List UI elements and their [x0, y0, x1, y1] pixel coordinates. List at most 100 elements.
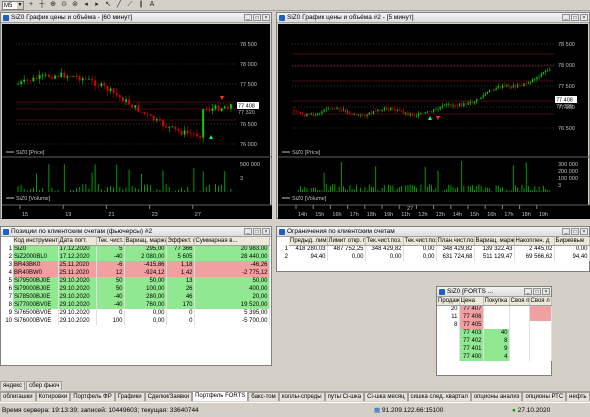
- column-header[interactable]: Покупка: [483, 297, 510, 306]
- column-header[interactable]: Своя п: [509, 297, 530, 306]
- orderbook-row[interactable]: 20 77 407: [437, 305, 552, 313]
- table-row[interactable]: BR40BW0 25.11.2020 12 -924,12 1,42 -2 775,12: [13, 269, 270, 277]
- column-header[interactable]: Накоплен. д: [514, 237, 555, 246]
- candle: [456, 105, 458, 107]
- cell-date: 25.11.2020: [58, 261, 97, 269]
- text-tool-icon[interactable]: A: [148, 1, 156, 9]
- positions-table[interactable]: Код инструмента Дата погт. Тек. чист. Вариа…: [13, 237, 270, 325]
- ray-tool-icon[interactable]: ⟋: [126, 1, 134, 9]
- column-header[interactable]: Биржевые: [554, 237, 590, 246]
- close-button[interactable]: ×: [542, 288, 550, 295]
- window-tab[interactable]: сбер фьюч: [26, 381, 63, 390]
- table-row[interactable]: 94,40 0,00 0,00 0,00 631 724,68 511 129,47 69 …: [289, 253, 590, 261]
- workspace-tab[interactable]: Портфель ФР: [70, 392, 115, 401]
- table-row[interactable]: SiZ0 17.12.2020 5 295,00 77 366 20 983,00: [13, 245, 270, 253]
- table-row[interactable]: Si76500BV0E 29.10.2020 0 0,00 0 5 395,00: [13, 309, 270, 317]
- workspace-tab[interactable]: коллы-спреды: [278, 392, 325, 401]
- timeframe-select[interactable]: M5 ▼: [2, 0, 24, 10]
- price-volume-chart[interactable]: 78 50078 00077 50077 00076 50076 00077 4…: [2, 24, 272, 219]
- maximize-button[interactable]: □: [571, 228, 579, 235]
- close-button[interactable]: ×: [580, 14, 588, 21]
- table-row[interactable]: Si79000BJ0E 29.10.2020 50 100,00 26 400,00: [13, 285, 270, 293]
- volume-bar: [448, 184, 450, 192]
- candle: [471, 101, 474, 103]
- line-tool-icon[interactable]: ╱: [115, 1, 123, 9]
- table-row[interactable]: Si76000BV0E 29.10.2020 100 0,00 0 -5 700,00: [13, 317, 270, 325]
- close-button[interactable]: ×: [262, 14, 270, 21]
- workspace-tab[interactable]: Сi-шка месяц: [364, 392, 408, 401]
- table-row[interactable]: Si78500BJ0E 29.10.2020 -40 280,00 46 20,00: [13, 293, 270, 301]
- chart-canvas[interactable]: 78 500 78 000 77 500 77 000 76 500 77 408 77 3…: [278, 24, 590, 219]
- column-header[interactable]: Цена: [459, 297, 484, 306]
- candle: [131, 104, 134, 108]
- maximize-button[interactable]: □: [253, 228, 261, 235]
- minimize-button[interactable]: _: [562, 228, 570, 235]
- column-header[interactable]: Суммарная в...: [194, 237, 270, 246]
- limits-table[interactable]: Предыд. лими Лимит откр. п Тек.чист.поз. Те…: [289, 237, 590, 261]
- column-header[interactable]: Вариац. маржа: [474, 237, 515, 246]
- column-header[interactable]: Дата погт.: [58, 237, 97, 246]
- column-header[interactable]: Эффект. цена: [166, 237, 195, 246]
- workspace-tab[interactable]: путы Сi-шка: [324, 392, 365, 401]
- orderbook-row[interactable]: 77 403 40: [437, 329, 552, 337]
- workspace-tab[interactable]: Котировки: [35, 392, 71, 401]
- close-button[interactable]: ×: [262, 228, 270, 235]
- column-header[interactable]: Предыд. лими: [289, 237, 328, 246]
- workspace-tab[interactable]: нефть: [566, 392, 590, 401]
- column-header[interactable]: Продаж: [437, 297, 460, 306]
- workspace-tab[interactable]: опционы РТС: [522, 392, 567, 401]
- minimize-button[interactable]: _: [244, 228, 252, 235]
- orderbook-row[interactable]: 11 77 406: [437, 313, 552, 321]
- column-header[interactable]: Код инструмента: [13, 237, 59, 246]
- minimize-button[interactable]: _: [562, 14, 570, 21]
- column-header[interactable]: Вариац. маржа: [124, 237, 167, 246]
- close-button[interactable]: ×: [580, 228, 588, 235]
- orderbook-row[interactable]: 77 402 8: [437, 337, 552, 345]
- column-header[interactable]: Тек.чист.поз.(: [403, 237, 437, 246]
- minimize-button[interactable]: _: [244, 14, 252, 21]
- workspace-tab[interactable]: бакс-том: [248, 392, 279, 401]
- chart-canvas[interactable]: 78 50078 00077 50077 00076 50076 00077 4…: [2, 24, 272, 219]
- volume-bar: [153, 191, 155, 192]
- table-row[interactable]: Si77000BV0E 29.10.2020 -40 760,00 170 19 520,…: [13, 301, 270, 309]
- price-volume-chart[interactable]: 78 50078 00077 50077 00076 50077 40877 3…: [278, 24, 590, 219]
- maximize-button[interactable]: □: [253, 14, 261, 21]
- price-legend: SiZ0 [Price]: [16, 150, 45, 156]
- maximize-button[interactable]: □: [571, 14, 579, 21]
- workspace-tab[interactable]: Портфель FORTS: [192, 391, 249, 401]
- table-row[interactable]: Si79500BJ0E 29.10.2020 50 50,00 13 50,00: [13, 277, 270, 285]
- magnify-icon[interactable]: ⊙: [60, 1, 68, 9]
- orderbook-row[interactable]: 8 77 405: [437, 321, 552, 329]
- arrow-left-icon[interactable]: ◂: [82, 1, 90, 9]
- column-header[interactable]: План.чист.поз.: [436, 237, 475, 246]
- channel-tool-icon[interactable]: ∥: [137, 1, 145, 9]
- volume-bar: [366, 190, 368, 192]
- arrow-right-icon[interactable]: ▸: [93, 1, 101, 9]
- workspace-tab[interactable]: Сделки/Заявки: [144, 392, 193, 401]
- orderbook-row[interactable]: 77 401 9: [437, 345, 552, 353]
- column-header[interactable]: Тек.чист.поз.: [365, 237, 404, 246]
- cell-code: Si79500BJ0E: [13, 277, 59, 285]
- orderbook-table[interactable]: Продаж Цена Покупка Своя п Своя л 20 77 407 11…: [437, 297, 552, 361]
- crosshair-icon[interactable]: ┼: [38, 1, 46, 9]
- target-icon[interactable]: ⊕: [49, 1, 57, 9]
- table-row[interactable]: SiZ2000BL0 17.12.2020 -40 2 080,00 5 605 28 4…: [13, 253, 270, 261]
- window-tab[interactable]: яндекс: [0, 381, 26, 390]
- workspace-tab[interactable]: сишка след. квартал: [407, 392, 471, 401]
- column-header[interactable]: Лимит откр. п: [327, 237, 366, 246]
- maximize-button[interactable]: □: [533, 288, 541, 295]
- workspace-tab[interactable]: опционы анализ: [470, 392, 523, 401]
- pointer-icon[interactable]: ↖: [104, 1, 112, 9]
- workspace-tab[interactable]: Графики: [114, 392, 145, 401]
- cell-price: 46: [166, 293, 195, 301]
- zoom-in-icon[interactable]: +: [27, 1, 35, 9]
- column-header[interactable]: Тек. чист.: [96, 237, 125, 246]
- zoom-icon[interactable]: ⊚: [71, 1, 79, 9]
- table-row[interactable]: BR43BK0 25.11.2020 -6 -415,86 1,18 -46,26: [13, 261, 270, 269]
- table-row[interactable]: 418 280,03 487 752,25 348 429,82 0,00 348 42…: [289, 245, 590, 253]
- candle: [84, 78, 87, 80]
- orderbook-row[interactable]: 77 400 4: [437, 353, 552, 361]
- minimize-button[interactable]: _: [524, 288, 532, 295]
- column-header[interactable]: Своя л: [529, 297, 552, 306]
- workspace-tab[interactable]: облигашки: [0, 392, 36, 401]
